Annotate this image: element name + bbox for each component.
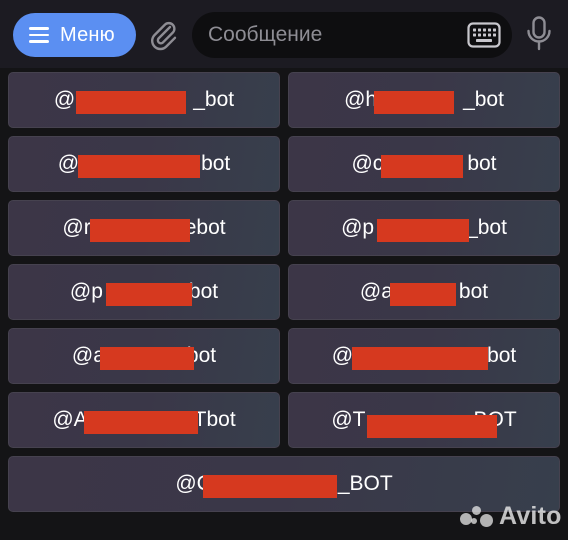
bot-button-4-label: @c bot	[351, 152, 497, 178]
bot-button-10[interactable]: @ bot	[288, 328, 560, 384]
avito-watermark: Avito	[460, 501, 562, 530]
bot-button-3[interactable]: @ bot	[8, 136, 280, 192]
bot-button-2-label: @h _bot	[344, 88, 504, 114]
bot-button-1-label: @ _bot	[54, 88, 234, 114]
bot-button-6-label: @p _bot	[341, 216, 507, 242]
avito-watermark-text: Avito	[499, 501, 562, 530]
bot-button-8-label: @a bot	[360, 280, 488, 306]
redaction-bar	[203, 475, 338, 498]
bot-button-9-label: @a bot	[72, 344, 216, 370]
bot-button-1[interactable]: @ _bot	[8, 72, 280, 128]
redaction-bar	[351, 347, 488, 370]
bot-button-5-label: @r ebot	[62, 216, 226, 242]
menu-button-label: Меню	[60, 23, 115, 46]
bot-button-6[interactable]: @p _bot	[288, 200, 560, 256]
menu-button[interactable]: Меню	[13, 13, 136, 57]
bot-button-3-label: @ bot	[58, 152, 230, 178]
redaction-bar	[389, 283, 456, 306]
bot-button-12[interactable]: @TBOT	[288, 392, 560, 448]
avito-logo	[460, 504, 494, 528]
redaction-bar	[381, 155, 464, 178]
bot-button-5[interactable]: @r ebot	[8, 200, 280, 256]
bot-button-11-label: @A Tbot	[52, 408, 236, 434]
redaction-bar	[90, 219, 191, 242]
microphone-icon[interactable]	[526, 16, 552, 52]
composer-bar: Меню	[0, 0, 568, 68]
keyboard-icon[interactable]	[467, 22, 501, 48]
message-field	[192, 12, 512, 58]
bot-button-13-label: @C _BOT	[175, 472, 393, 498]
redaction-bar	[367, 415, 498, 438]
redaction-bar	[99, 347, 194, 370]
hamburger-icon	[29, 27, 49, 43]
redaction-bar	[374, 91, 455, 114]
redaction-bar	[377, 219, 470, 242]
redaction-bar	[75, 91, 186, 114]
message-input[interactable]	[208, 12, 458, 58]
bot-button-7-label: @p bot	[70, 280, 218, 306]
paperclip-icon[interactable]	[146, 18, 180, 52]
bot-button-11[interactable]: @A Tbot	[8, 392, 280, 448]
redaction-bar	[84, 411, 199, 434]
bot-button-10-label: @ bot	[332, 344, 516, 370]
bot-button-9[interactable]: @a bot	[8, 328, 280, 384]
bot-button-8[interactable]: @a bot	[288, 264, 560, 320]
bot-button-7[interactable]: @p bot	[8, 264, 280, 320]
redaction-bar	[77, 155, 200, 178]
bot-button-2[interactable]: @h _bot	[288, 72, 560, 128]
bot-button-12-label: @TBOT	[331, 408, 517, 438]
redaction-bar	[105, 283, 192, 306]
bot-button-4[interactable]: @c bot	[288, 136, 560, 192]
